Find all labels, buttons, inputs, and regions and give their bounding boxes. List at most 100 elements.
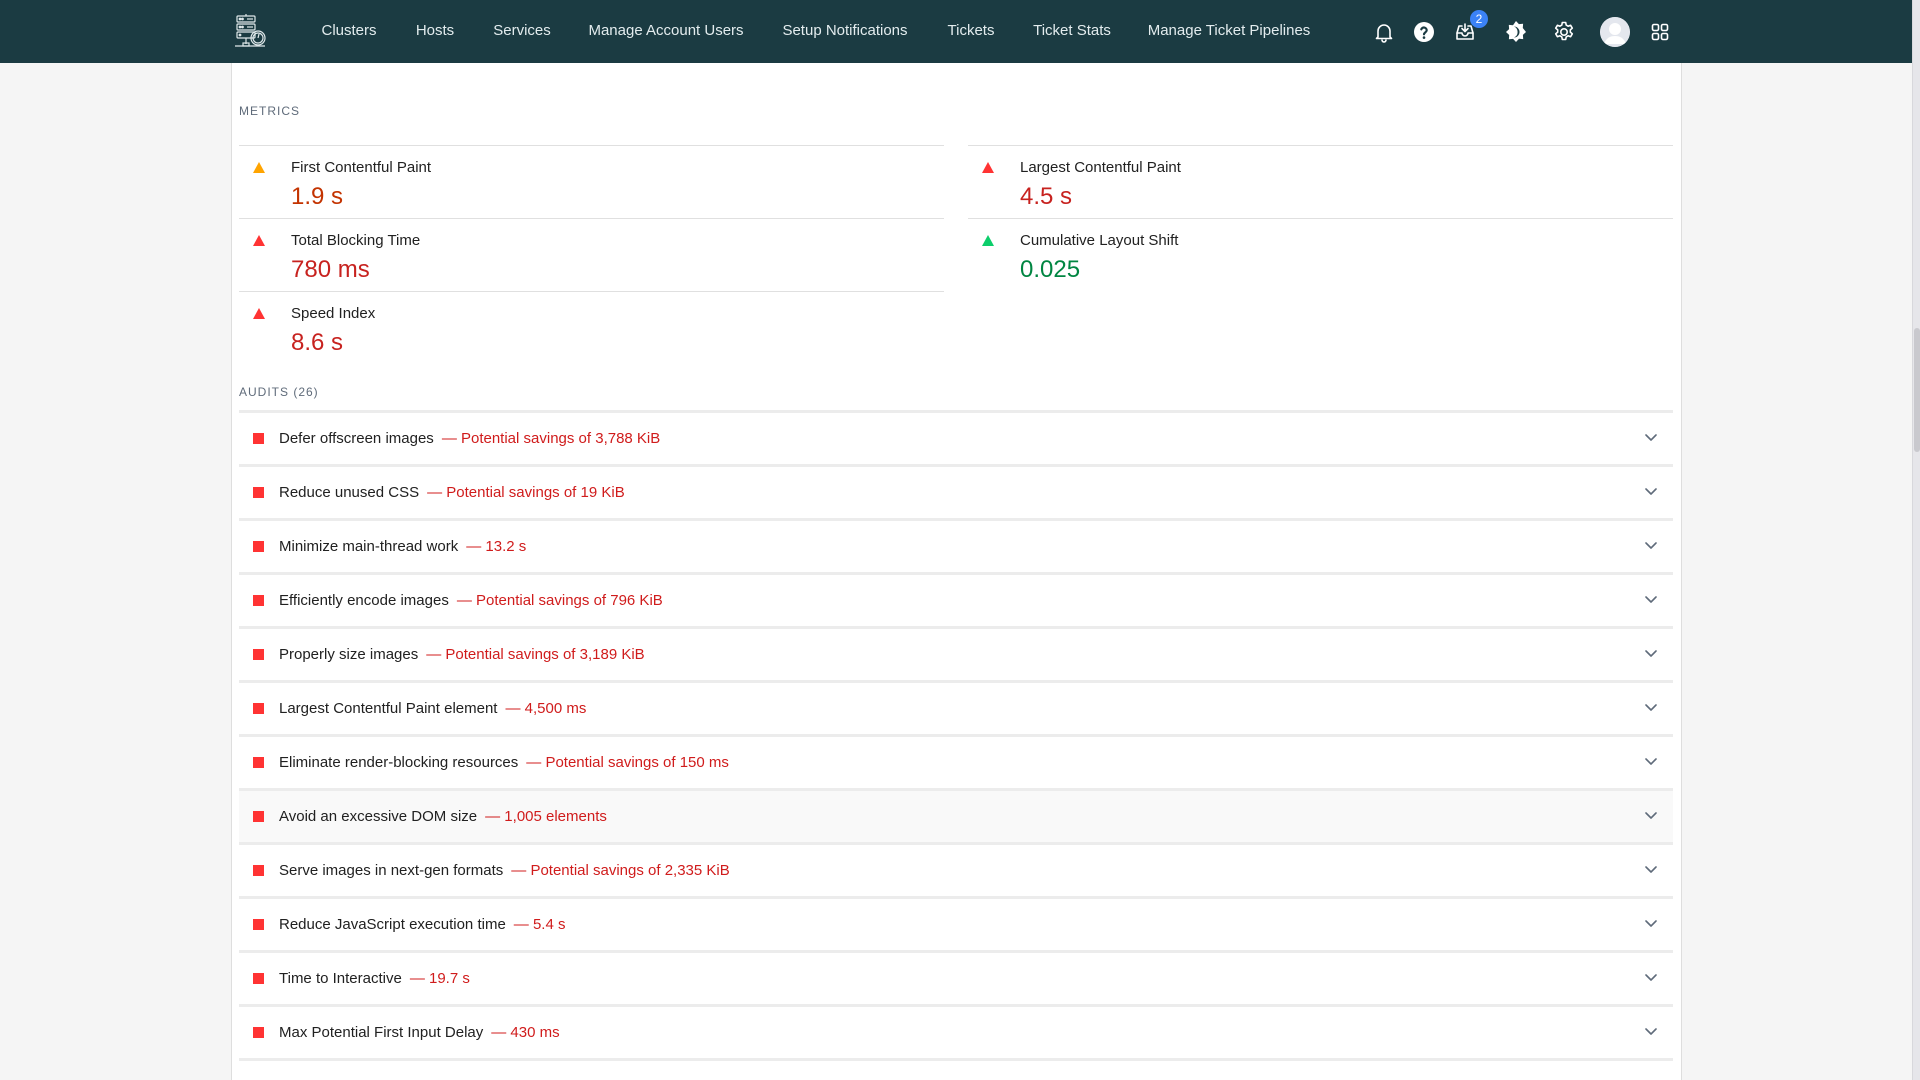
metric-largest-contentful-paint: Largest Contentful Paint 4.5 s: [968, 145, 1673, 218]
help-circle-icon[interactable]: [1412, 20, 1436, 44]
audit-detail: — 5.4 s: [513, 916, 566, 933]
chevron-down-icon[interactable]: [1643, 591, 1659, 607]
page-scrollbar[interactable]: [1912, 0, 1920, 1080]
fail-square-icon: [253, 703, 264, 714]
audit-row[interactable]: Eliminate render-blocking resources — Pot…: [239, 734, 1673, 788]
audit-row[interactable]: Largest Contentful Paint element — 4,500 …: [239, 680, 1673, 734]
fail-square-icon: [253, 811, 264, 822]
audit-row[interactable]: Max Potential First Input Delay — 430 ms: [239, 1004, 1673, 1058]
bell-icon[interactable]: [1372, 20, 1396, 44]
chevron-down-icon[interactable]: [1643, 483, 1659, 499]
gear-icon[interactable]: [1552, 20, 1576, 44]
audit-title: Eliminate render-blocking resources: [279, 754, 519, 771]
audit-title: Avoid an excessive DOM size: [279, 808, 478, 825]
nav-ticket-stats[interactable]: Ticket Stats: [1033, 22, 1111, 39]
audit-row[interactable]: Efficiently encode images — Potential sav…: [239, 572, 1673, 626]
fail-triangle-icon: [253, 235, 265, 246]
metrics-label: METRICS: [239, 104, 300, 118]
audit-row[interactable]: Serve images in next-gen formats — Potent…: [239, 842, 1673, 896]
metric-label: Total Blocking Time: [291, 232, 421, 249]
fail-square-icon: [253, 1027, 264, 1038]
audit-detail: — Potential savings of 796 KiB: [456, 592, 663, 609]
audit-detail: — Potential savings of 3,189 KiB: [426, 646, 645, 663]
audit-title-line: Properly size images — Potential savings …: [279, 646, 645, 663]
apps-grid-icon[interactable]: [1648, 20, 1672, 44]
audit-detail: — 1,005 elements: [485, 808, 607, 825]
audit-title: Minimize main-thread work: [279, 538, 459, 555]
inbox-count-badge: 2: [1470, 10, 1488, 28]
audit-title-line: Defer offscreen images — Potential saving…: [279, 430, 660, 447]
user-silhouette-icon: [1600, 17, 1630, 47]
audit-row[interactable]: Reduce JavaScript execution time — 5.4 s: [239, 896, 1673, 950]
fail-square-icon: [253, 433, 264, 444]
audit-title: Defer offscreen images: [279, 430, 434, 447]
chevron-down-icon[interactable]: [1643, 915, 1659, 931]
audit-title: Efficiently encode images: [279, 592, 449, 609]
audit-title-line: Efficiently encode images — Potential sav…: [279, 592, 663, 609]
audit-detail: — Potential savings of 19 KiB: [427, 484, 625, 501]
fail-square-icon: [253, 649, 264, 660]
chevron-down-icon[interactable]: [1643, 645, 1659, 661]
chevron-down-icon[interactable]: [1643, 1023, 1659, 1039]
audit-title-line: Largest Contentful Paint element — 4,500 …: [279, 700, 586, 717]
audit-detail: — 13.2 s: [466, 538, 527, 555]
fail-square-icon: [253, 865, 264, 876]
nav-manage-ticket-pipelines[interactable]: Manage Ticket Pipelines: [1148, 22, 1311, 39]
nav-setup-notifications[interactable]: Setup Notifications: [782, 22, 907, 39]
audit-title-line: Minimize main-thread work — 13.2 s: [279, 538, 526, 555]
audits-label: AUDITS (26): [239, 385, 319, 399]
fail-triangle-icon: [982, 162, 994, 173]
nav-hosts[interactable]: Hosts: [416, 22, 454, 39]
nav-services[interactable]: Services: [493, 22, 551, 39]
theme-toggle-icon[interactable]: [1504, 20, 1528, 44]
nav-manage-account-users[interactable]: Manage Account Users: [588, 22, 743, 39]
audit-title: Time to Interactive: [279, 970, 402, 987]
metric-total-blocking-time: Total Blocking Time 780 ms: [239, 218, 944, 291]
fail-square-icon: [253, 919, 264, 930]
pass-triangle-icon: [982, 235, 994, 246]
audit-row[interactable]: Time to Interactive — 19.7 s: [239, 950, 1673, 1004]
user-avatar[interactable]: [1600, 17, 1630, 47]
audit-detail: — Potential savings of 150 ms: [526, 754, 729, 771]
metric-label: First Contentful Paint: [291, 159, 432, 176]
chevron-down-icon[interactable]: [1643, 861, 1659, 877]
metric-label: Largest Contentful Paint: [1020, 159, 1181, 176]
top-navbar: Clusters Hosts Services Manage Account U…: [0, 0, 1912, 63]
nav-tickets[interactable]: Tickets: [948, 22, 995, 39]
chevron-down-icon[interactable]: [1643, 699, 1659, 715]
fail-square-icon: [253, 487, 264, 498]
server-gauge-logo-icon[interactable]: [231, 12, 271, 52]
nav-clusters[interactable]: Clusters: [321, 22, 376, 39]
audit-row[interactable]: Defer offscreen images — Potential saving…: [239, 410, 1673, 464]
fail-square-icon: [253, 973, 264, 984]
metric-label: Speed Index: [291, 305, 376, 322]
fail-triangle-icon: [253, 308, 265, 319]
audit-title: Serve images in next-gen formats: [279, 862, 504, 879]
fail-square-icon: [253, 595, 264, 606]
audit-title: Largest Contentful Paint element: [279, 700, 498, 717]
audit-title: Properly size images: [279, 646, 419, 663]
audit-detail: — Potential savings of 3,788 KiB: [441, 430, 661, 447]
audit-detail: — 19.7 s: [409, 970, 470, 987]
audit-title-line: Reduce unused CSS — Potential savings of …: [279, 484, 625, 501]
audit-title-line: Time to Interactive — 19.7 s: [279, 970, 470, 987]
average-triangle-icon: [253, 162, 265, 173]
audit-detail: — 4,500 ms: [505, 700, 587, 717]
audit-row[interactable]: Minimize main-thread work — 13.2 s: [239, 518, 1673, 572]
audit-title-line: Eliminate render-blocking resources — Pot…: [279, 754, 729, 771]
audit-row[interactable]: Reduce unused CSS — Potential savings of …: [239, 464, 1673, 518]
chevron-down-icon[interactable]: [1643, 969, 1659, 985]
metric-speed-index: Speed Index 8.6 s: [239, 291, 944, 364]
scrollbar-thumb[interactable]: [1914, 328, 1920, 452]
audit-list-divider: [239, 1058, 1673, 1078]
audit-row[interactable]: Properly size images — Potential savings …: [239, 626, 1673, 680]
chevron-down-icon[interactable]: [1643, 537, 1659, 553]
chevron-down-icon[interactable]: [1643, 753, 1659, 769]
audit-row[interactable]: Avoid an excessive DOM size — 1,005 eleme…: [239, 788, 1673, 842]
audit-title: Max Potential First Input Delay: [279, 1024, 484, 1041]
chevron-down-icon[interactable]: [1643, 429, 1659, 445]
audit-detail: — 430 ms: [491, 1024, 560, 1041]
chevron-down-icon[interactable]: [1643, 807, 1659, 823]
metric-value: 8.6 s: [291, 329, 344, 356]
audit-title-line: Reduce JavaScript execution time — 5.4 s: [279, 916, 565, 933]
